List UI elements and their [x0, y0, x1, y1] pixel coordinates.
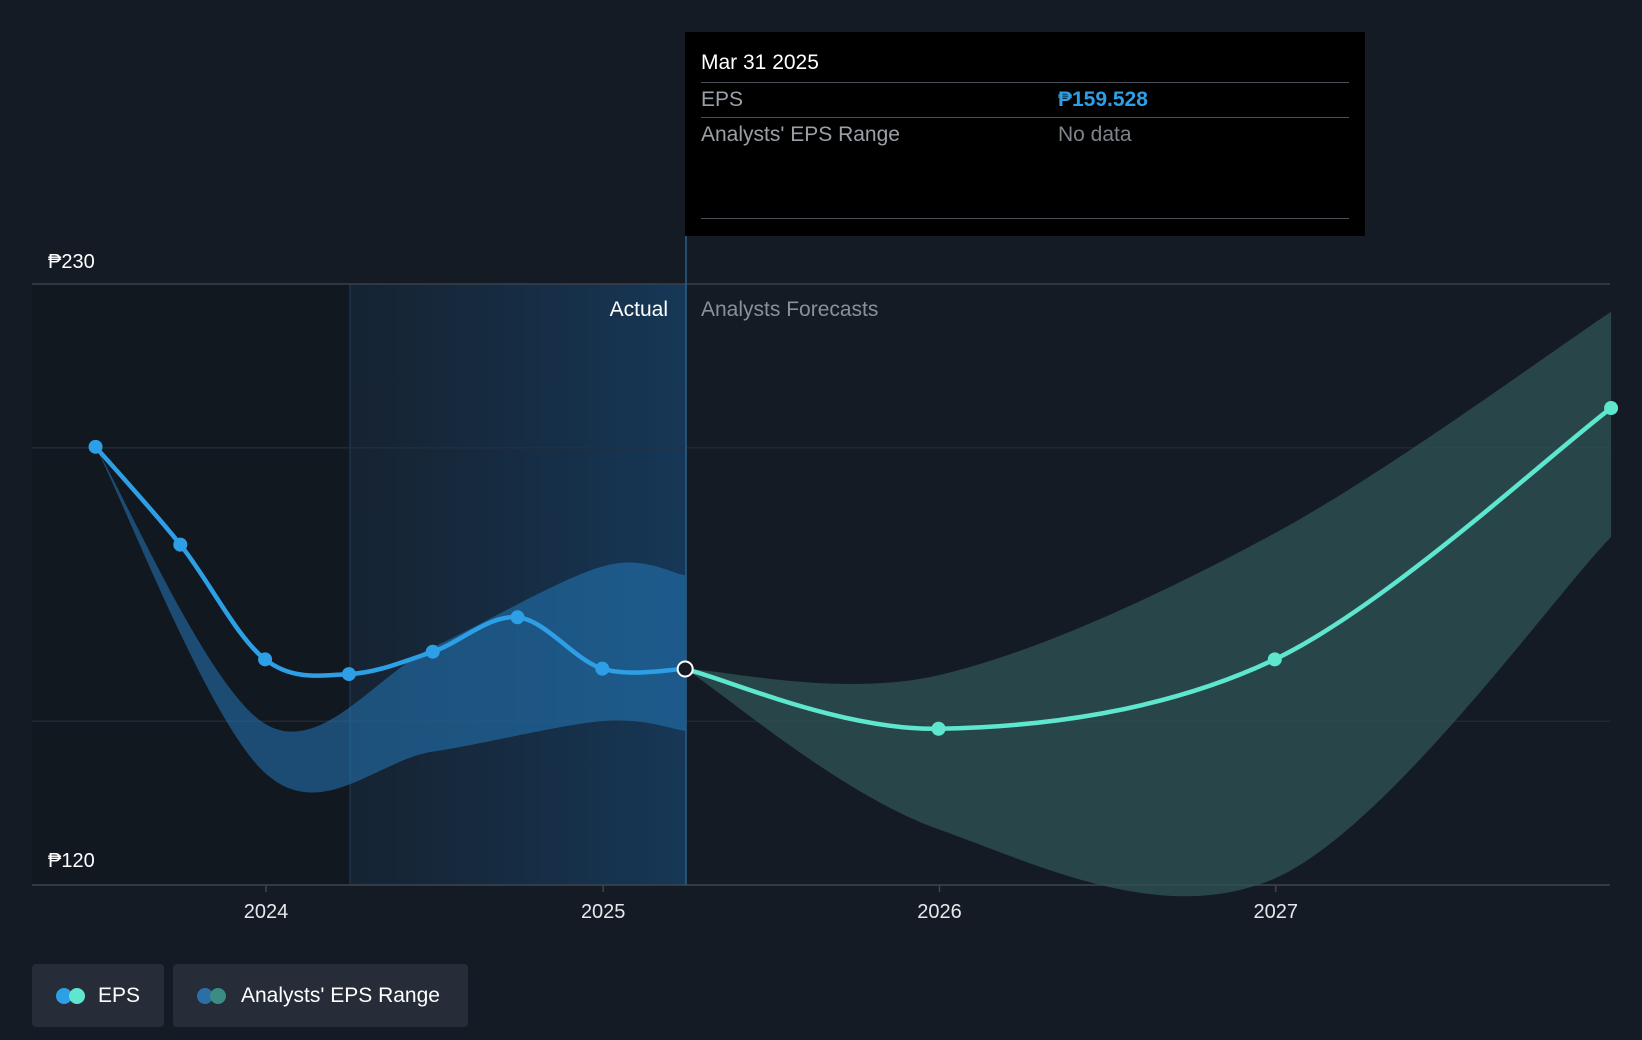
- forecast-eps-point[interactable]: [1604, 401, 1619, 416]
- x-tick-label: 2025: [581, 901, 626, 923]
- range-swatch-dot-forecast: [210, 987, 226, 1004]
- actual-eps-point[interactable]: [88, 439, 103, 454]
- actual-eps-point[interactable]: [341, 667, 356, 682]
- actual-eps-point[interactable]: [425, 644, 440, 659]
- tooltip-row-range: Analysts' EPS Range No data: [701, 118, 1349, 152]
- legend-label-eps: EPS: [97, 983, 140, 1007]
- x-tick-label: 2027: [1253, 901, 1298, 923]
- tooltip-range-value: No data: [1058, 123, 1132, 146]
- chart-legend: EPS Analysts' EPS Range: [32, 964, 468, 1027]
- legend-label-eps-range: Analysts' EPS Range: [241, 983, 440, 1007]
- tooltip-date: Mar 31 2025: [701, 46, 1349, 83]
- eps-swatch-icon: [56, 987, 85, 1004]
- legend-item-eps[interactable]: EPS: [32, 964, 164, 1027]
- forecast-eps-point[interactable]: [931, 721, 946, 736]
- y-axis-max-label: ₱230: [48, 251, 95, 273]
- tooltip-eps-value: ₱159.528: [1058, 88, 1148, 111]
- forecast-eps-point[interactable]: [1267, 652, 1282, 667]
- data-tooltip: Mar 31 2025 EPS ₱159.528 Analysts' EPS R…: [685, 32, 1365, 236]
- forecast-region-label: Analysts Forecasts: [701, 298, 878, 321]
- selected-eps-point[interactable]: [676, 660, 694, 678]
- actual-eps-point[interactable]: [258, 652, 273, 667]
- x-tick-label: 2024: [244, 901, 289, 923]
- actual-region-label: Actual: [610, 298, 668, 321]
- y-axis-min-label: ₱120: [48, 850, 95, 872]
- forecast-eps-range-band: [685, 311, 1612, 897]
- past-shade: [32, 284, 350, 885]
- tooltip-range-label: Analysts' EPS Range: [701, 123, 900, 146]
- legend-item-eps-range[interactable]: Analysts' EPS Range: [173, 964, 468, 1027]
- tooltip-eps-label: EPS: [701, 88, 744, 111]
- actual-eps-point[interactable]: [173, 537, 188, 552]
- x-tick-label: 2026: [917, 901, 962, 923]
- eps-swatch-dot-forecast: [69, 987, 85, 1004]
- actual-eps-point[interactable]: [595, 661, 610, 676]
- tooltip-divider: [701, 218, 1349, 219]
- tooltip-row-eps: EPS ₱159.528: [701, 83, 1349, 118]
- range-swatch-icon: [197, 987, 227, 1004]
- actual-eps-point[interactable]: [510, 610, 525, 625]
